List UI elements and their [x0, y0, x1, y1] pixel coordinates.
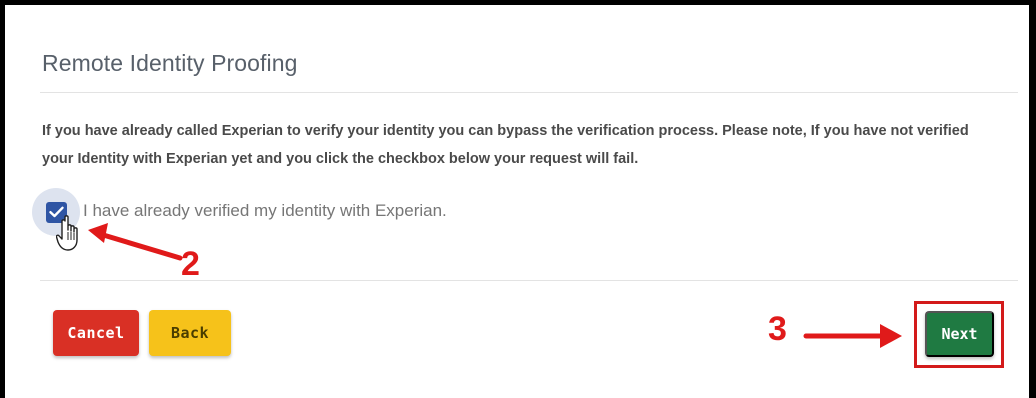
- back-button[interactable]: Back: [149, 310, 231, 356]
- cancel-button[interactable]: Cancel: [53, 310, 139, 356]
- next-button[interactable]: Next: [925, 311, 994, 357]
- page-title: Remote Identity Proofing: [42, 50, 298, 76]
- step-3-annotation: 3: [768, 310, 787, 348]
- title-divider: [40, 92, 1018, 93]
- arrow-icon: [803, 324, 902, 348]
- verification-notice: If you have already called Experian to v…: [42, 123, 969, 167]
- step-2-annotation: 2: [181, 245, 200, 283]
- arrow-icon: [88, 223, 183, 261]
- actions-divider: [40, 280, 1018, 281]
